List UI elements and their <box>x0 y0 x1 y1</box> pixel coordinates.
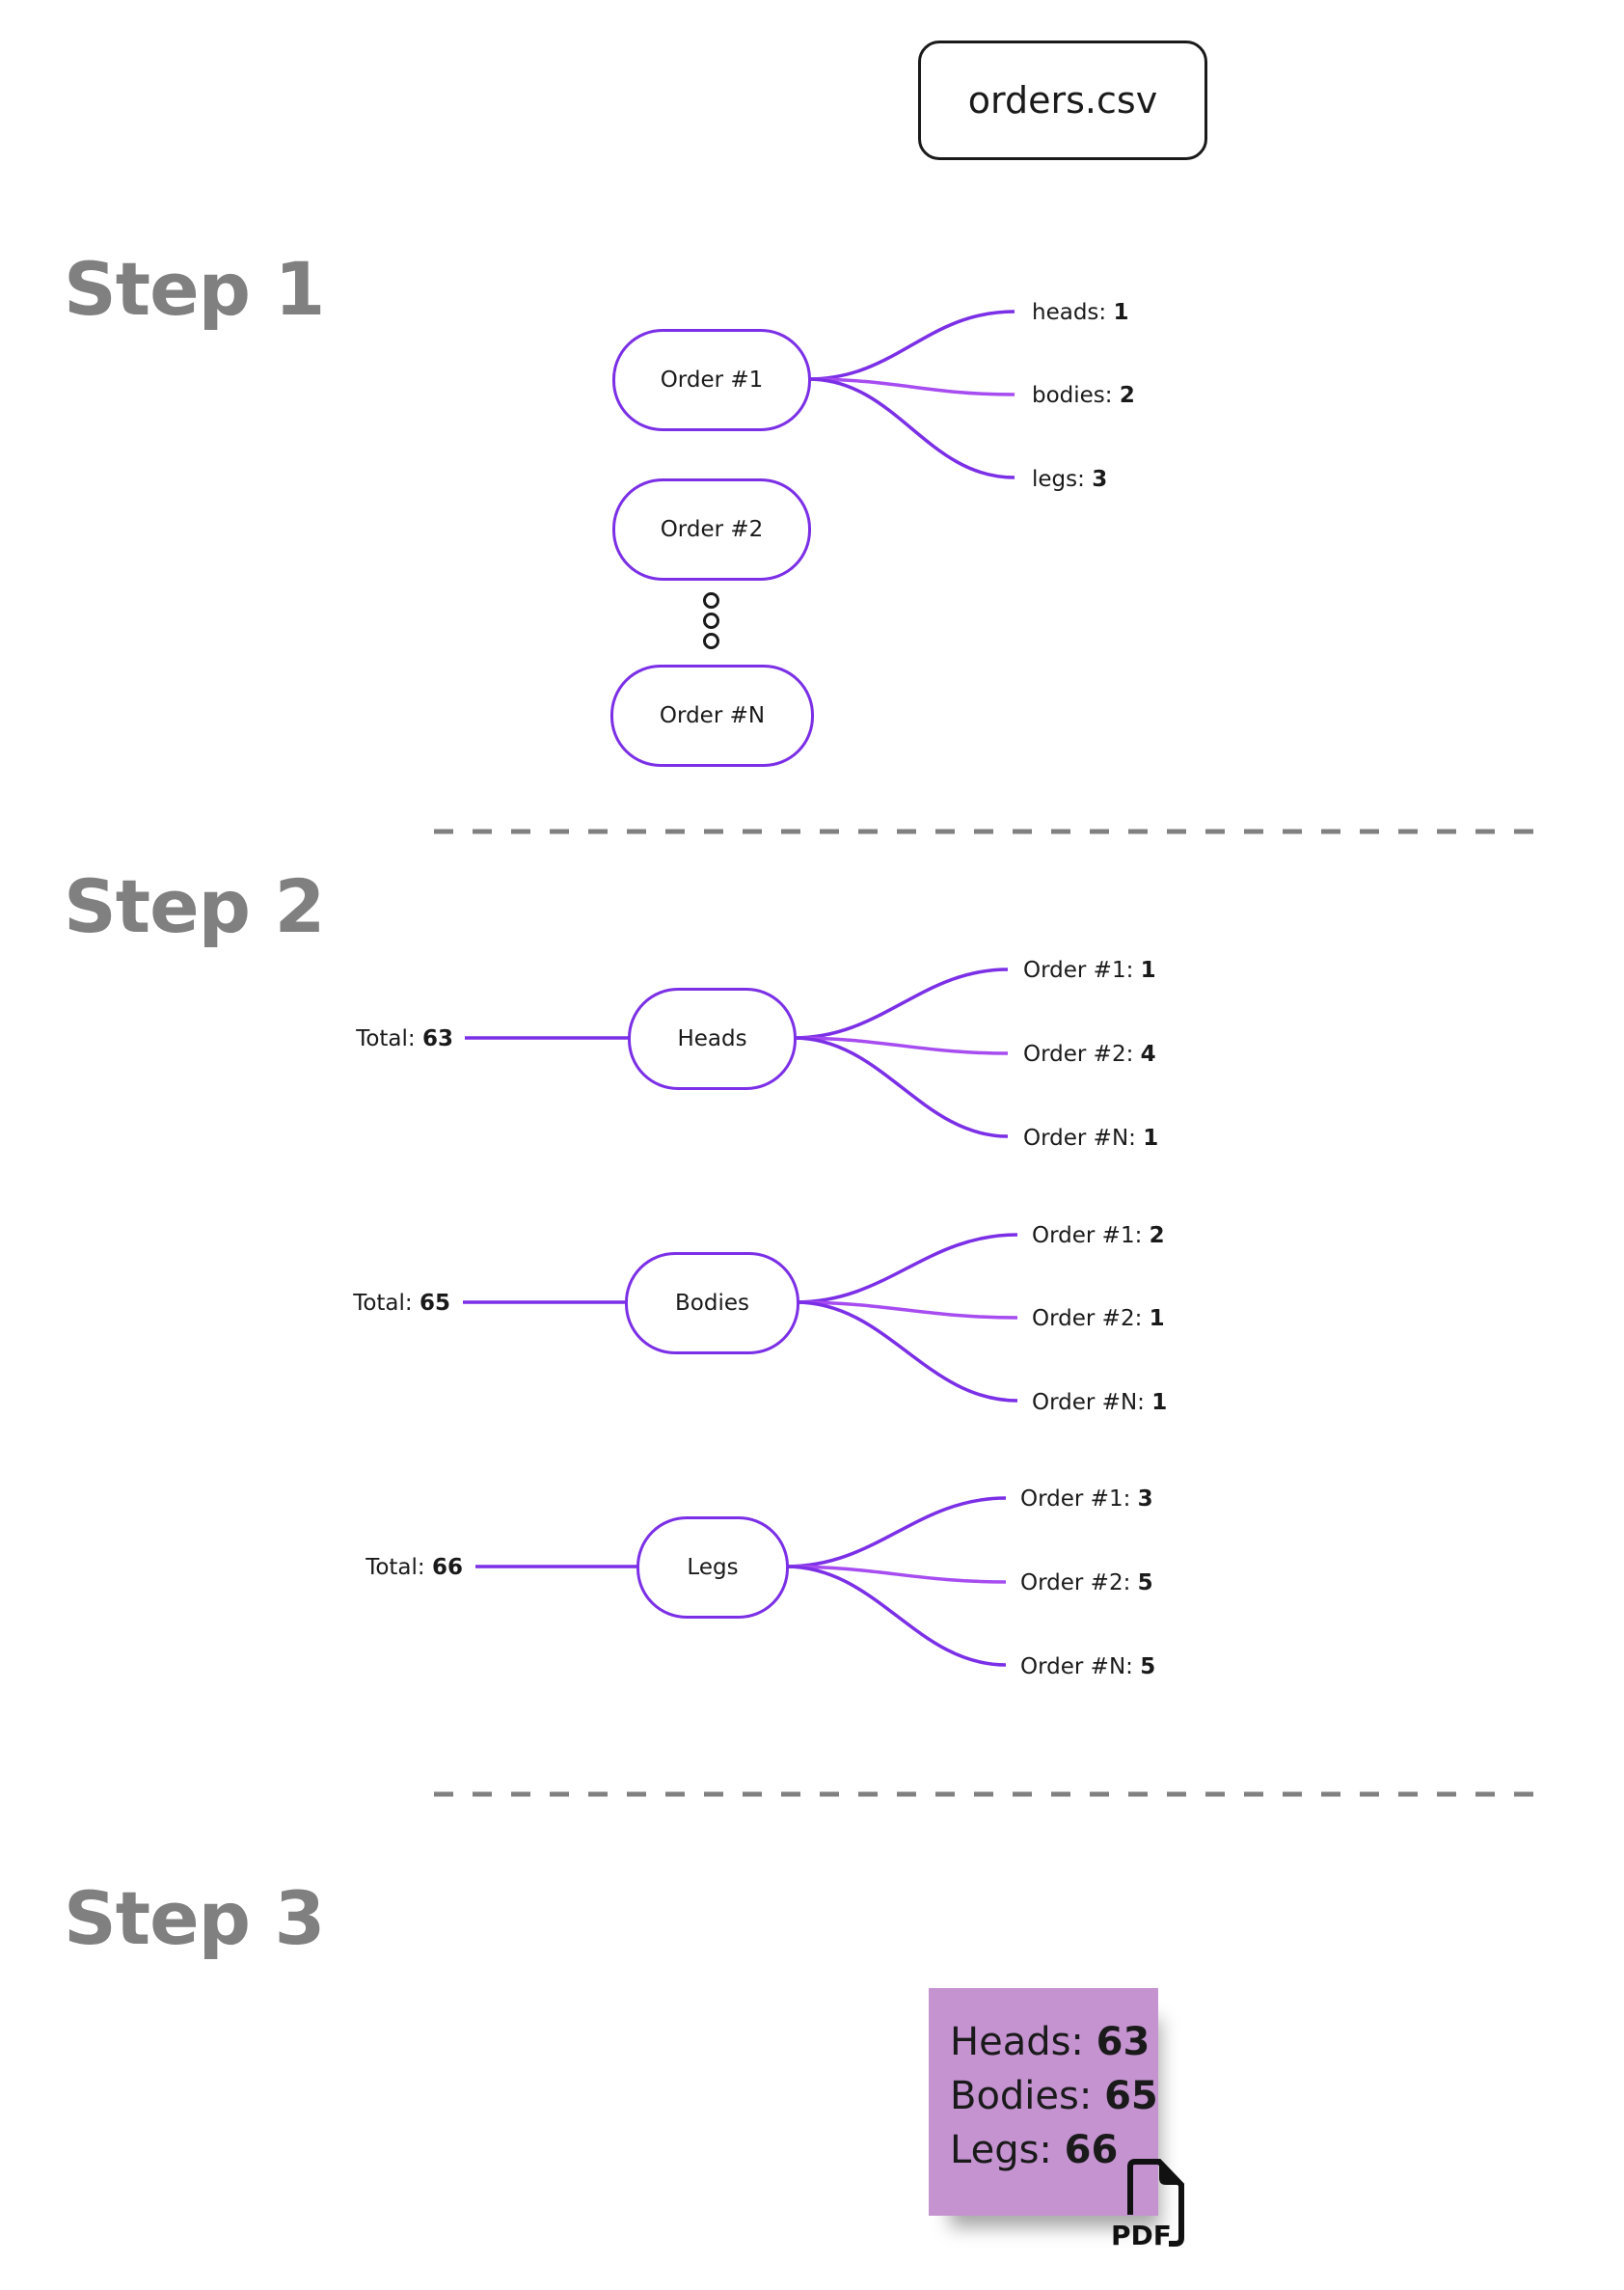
group-node-label: Heads <box>677 1026 747 1051</box>
item-name: Order #2: <box>1032 1306 1150 1331</box>
summary-value: 65 <box>1104 2074 1158 2118</box>
item-value: 2 <box>1119 383 1135 408</box>
summary-bodies: Bodies: 65 <box>950 2069 1158 2123</box>
bodies-order-1: Order #1: 2 <box>1032 1223 1165 1248</box>
heads-total: Total: 63 <box>356 1026 453 1051</box>
branch-heads-o1 <box>793 968 1009 1040</box>
step-2-title: Step 2 <box>64 863 325 949</box>
order-node-label: Order #N <box>659 703 766 728</box>
item-name: Order #1: <box>1023 958 1141 983</box>
item-value: 4 <box>1140 1042 1156 1067</box>
summary-name: Legs: <box>950 2128 1065 2172</box>
item-name: bodies: <box>1032 383 1120 408</box>
group-node-heads[interactable]: Heads <box>628 988 797 1090</box>
group-node-label: Legs <box>687 1555 739 1580</box>
branch-heads <box>807 310 1015 381</box>
total-value: 63 <box>421 1026 453 1051</box>
summary-name: Bodies: <box>950 2074 1105 2118</box>
item-name: Order #N: <box>1032 1390 1152 1415</box>
heads-order-1: Order #1: 1 <box>1023 958 1156 983</box>
legs-order-n: Order #N: 5 <box>1020 1654 1155 1679</box>
item-value: 2 <box>1149 1223 1165 1248</box>
total-label: Total: <box>365 1555 432 1580</box>
legs-total: Total: 66 <box>365 1555 463 1580</box>
item-value: 1 <box>1140 958 1156 983</box>
order-node-1[interactable]: Order #1 <box>612 329 811 431</box>
item-name: Order #2: <box>1020 1570 1138 1595</box>
summary-name: Heads: <box>950 2020 1096 2064</box>
item-value: 5 <box>1137 1570 1153 1595</box>
branch-bodies-o1 <box>795 1233 1018 1304</box>
branch-heads-o2 <box>793 1036 1009 1055</box>
total-value: 65 <box>419 1291 450 1316</box>
order-1-bodies: bodies: 2 <box>1032 383 1135 408</box>
order-1-heads: heads: 1 <box>1032 300 1128 325</box>
branch-bodies-on <box>795 1300 1018 1403</box>
item-name: legs: <box>1032 467 1093 492</box>
branch-bodies <box>807 377 1015 396</box>
total-label: Total: <box>353 1291 420 1316</box>
vertical-ellipsis-icon <box>703 592 720 653</box>
bodies-order-n: Order #N: 1 <box>1032 1390 1167 1415</box>
branch-heads-on <box>793 1036 1009 1138</box>
item-name: Order #1: <box>1020 1486 1138 1512</box>
item-name: heads: <box>1032 300 1114 325</box>
group-node-bodies[interactable]: Bodies <box>625 1252 799 1354</box>
order-node-n[interactable]: Order #N <box>610 665 814 767</box>
bodies-order-2: Order #2: 1 <box>1032 1306 1165 1331</box>
order-node-2[interactable]: Order #2 <box>612 478 811 581</box>
group-node-legs[interactable]: Legs <box>636 1516 789 1619</box>
item-name: Order #N: <box>1023 1126 1144 1151</box>
item-name: Order #2: <box>1023 1042 1141 1067</box>
heads-order-2: Order #2: 4 <box>1023 1042 1156 1067</box>
item-name: Order #1: <box>1032 1223 1150 1248</box>
legs-order-2: Order #2: 5 <box>1020 1570 1153 1595</box>
item-value: 1 <box>1113 300 1129 325</box>
step-1-title: Step 1 <box>64 246 325 332</box>
source-file-box[interactable]: orders.csv <box>918 41 1207 160</box>
item-value: 3 <box>1092 467 1108 492</box>
total-value: 66 <box>431 1555 463 1580</box>
pdf-file-icon[interactable]: PDF <box>1109 2159 1196 2255</box>
order-1-legs: legs: 3 <box>1032 467 1107 492</box>
branch-bodies-o2 <box>795 1300 1018 1320</box>
item-value: 1 <box>1149 1306 1165 1331</box>
branch-legs-o2 <box>785 1565 1007 1584</box>
branch-legs-o1 <box>785 1496 1007 1568</box>
item-value: 1 <box>1143 1126 1159 1151</box>
item-name: Order #N: <box>1020 1654 1141 1679</box>
summary-heads: Heads: 63 <box>950 2015 1158 2069</box>
order-node-label: Order #1 <box>660 368 764 393</box>
branch-legs <box>807 377 1015 479</box>
summary-value: 63 <box>1096 2020 1150 2064</box>
item-value: 5 <box>1140 1654 1156 1679</box>
legs-order-1: Order #1: 3 <box>1020 1486 1153 1512</box>
item-value: 3 <box>1137 1486 1153 1512</box>
bodies-total: Total: 65 <box>353 1291 450 1316</box>
branch-legs-on <box>785 1565 1007 1667</box>
total-label: Total: <box>356 1026 422 1051</box>
order-node-label: Order #2 <box>660 517 764 542</box>
step-3-title: Step 3 <box>64 1875 325 1961</box>
pdf-label: PDF <box>1111 2220 1172 2251</box>
item-value: 1 <box>1151 1390 1168 1415</box>
group-node-label: Bodies <box>675 1291 749 1316</box>
source-file-label: orders.csv <box>967 79 1158 122</box>
heads-order-n: Order #N: 1 <box>1023 1126 1158 1151</box>
